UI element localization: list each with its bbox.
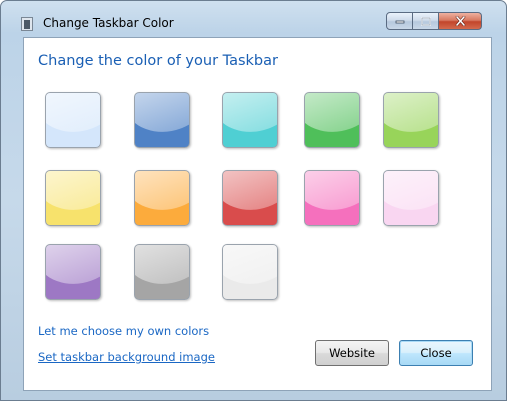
page-heading: Change the color of your Taskbar <box>38 53 278 69</box>
close-button[interactable]: Close <box>399 340 473 366</box>
swatch-gloss <box>384 93 438 145</box>
swatch-gloss <box>384 171 438 223</box>
swatch-gloss <box>46 93 100 145</box>
color-swatch-light-pink[interactable] <box>383 170 439 226</box>
color-swatch-white[interactable] <box>222 244 278 300</box>
minimize-button[interactable] <box>386 12 413 30</box>
color-swatch-pink[interactable] <box>304 170 360 226</box>
caption-buttons <box>386 12 482 30</box>
swatch-gloss <box>305 93 359 145</box>
swatch-gloss <box>223 171 277 223</box>
color-swatch-orange[interactable] <box>134 170 190 226</box>
swatch-gloss <box>135 93 189 145</box>
taskbar-app-icon <box>21 17 33 31</box>
client-area: Change the color of your Taskbar Let me … <box>23 37 492 391</box>
color-swatch-violet[interactable] <box>45 244 101 300</box>
website-button[interactable]: Website <box>315 340 389 366</box>
choose-own-colors-link[interactable]: Let me choose my own colors <box>38 324 209 338</box>
swatch-gloss <box>223 245 277 297</box>
set-background-image-link[interactable]: Set taskbar background image <box>38 350 215 364</box>
window-title: Change Taskbar Color <box>43 16 174 30</box>
swatch-gloss <box>135 171 189 223</box>
color-swatch-lime[interactable] <box>383 92 439 148</box>
maximize-icon <box>420 16 431 26</box>
color-swatch-yellow[interactable] <box>45 170 101 226</box>
color-swatch-red[interactable] <box>222 170 278 226</box>
close-icon <box>455 16 465 26</box>
color-swatch-green[interactable] <box>304 92 360 148</box>
minimize-icon <box>395 20 404 24</box>
swatch-gloss <box>305 171 359 223</box>
close-window-button[interactable] <box>439 12 482 30</box>
color-swatch-sky[interactable] <box>45 92 101 148</box>
swatch-gloss <box>135 245 189 297</box>
maximize-button[interactable] <box>413 12 439 30</box>
swatch-gloss <box>46 245 100 297</box>
color-swatch-teal[interactable] <box>222 92 278 148</box>
swatch-gloss <box>46 171 100 223</box>
color-swatch-blue[interactable] <box>134 92 190 148</box>
color-swatch-gray[interactable] <box>134 244 190 300</box>
window-frame: Change Taskbar Color Change the color of… <box>0 0 507 401</box>
swatch-gloss <box>223 93 277 145</box>
title-bar[interactable]: Change Taskbar Color <box>1 1 506 37</box>
